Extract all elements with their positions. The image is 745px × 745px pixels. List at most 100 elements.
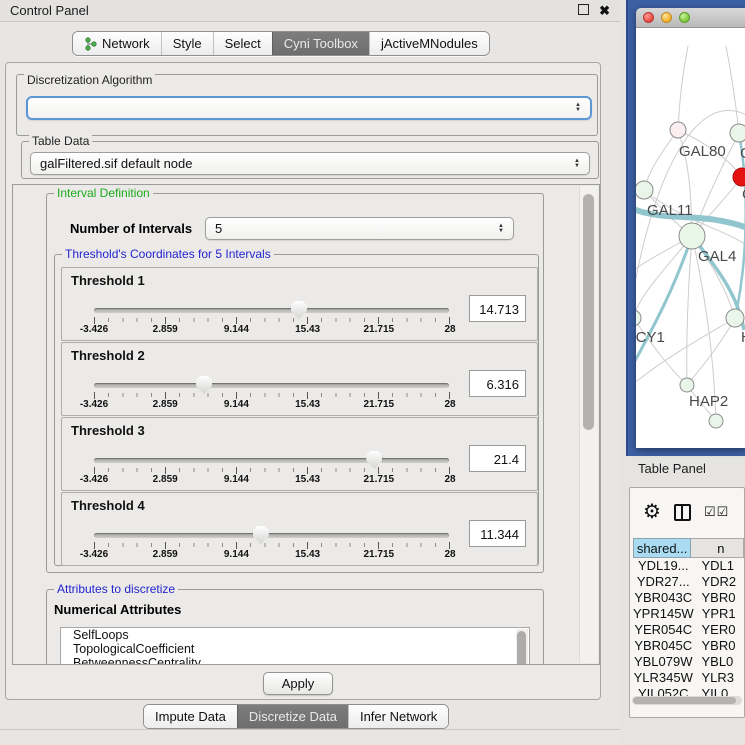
split-columns-icon[interactable]	[674, 504, 691, 521]
threshold-slider[interactable]	[94, 533, 449, 538]
cyni-toolbox-panel: Discretization Algorithm ▲ ▼ Table Data …	[5, 62, 601, 700]
network-window: GAL80 GA C GAL11 GAL4 GCY1 H HAP2	[636, 8, 745, 448]
node-h[interactable]	[726, 309, 744, 327]
table-row[interactable]: YER054C YER0	[633, 622, 744, 638]
network-window-titlebar[interactable]	[636, 8, 745, 28]
node-gcy1[interactable]	[636, 310, 641, 326]
close-icon[interactable]: ✖	[599, 6, 610, 16]
threshold-slider[interactable]	[94, 458, 449, 463]
tab-discretize-data[interactable]: Discretize Data	[237, 705, 348, 728]
tab-label: Impute Data	[155, 709, 226, 724]
group-title: Discretization Algorithm	[24, 73, 155, 87]
tab-select[interactable]: Select	[213, 32, 272, 55]
gear-icon[interactable]: ⚙	[643, 502, 661, 522]
tab-impute-data[interactable]: Impute Data	[144, 705, 237, 728]
table-horizontal-scrollbar[interactable]	[632, 696, 742, 705]
node-gal80[interactable]	[670, 122, 686, 138]
divider	[0, 729, 620, 730]
list-item[interactable]: TopologicalCoefficient	[61, 642, 529, 656]
node-bottom[interactable]	[709, 414, 723, 428]
node-hap2[interactable]	[680, 378, 694, 392]
threshold-value-field[interactable]: 21.4	[469, 445, 526, 472]
node-gal11[interactable]	[636, 181, 653, 199]
mac-zoom-icon[interactable]	[679, 12, 690, 23]
network-canvas[interactable]: GAL80 GA C GAL11 GAL4 GCY1 H HAP2	[636, 28, 745, 448]
table-row[interactable]: YBR043C YBR0	[633, 590, 744, 606]
tab-label: jActiveMNodules	[381, 36, 478, 51]
list-item[interactable]: BetweennessCentrality	[61, 656, 529, 665]
threshold-slider[interactable]	[94, 308, 449, 313]
threshold-row: Threshold 2 -3.426 2.859 9.144 15.43 21.…	[61, 342, 538, 416]
threshold-value-field[interactable]: 6.316	[469, 370, 526, 397]
num-intervals-combobox[interactable]: 5 ▲ ▼	[205, 217, 514, 240]
threshold-row: Threshold 1 -3.426 2.859 9.144 15.43 21.…	[61, 267, 538, 341]
group-title: Attributes to discretize	[54, 582, 178, 596]
list-item[interactable]: SelfLoops	[61, 628, 529, 642]
combobox-value: galFiltered.sif default node	[40, 156, 192, 171]
tab-jactivemnodules[interactable]: jActiveMNodules	[369, 32, 489, 55]
table-header-row: shared... n	[633, 538, 744, 558]
node-label: GCY1	[636, 329, 665, 346]
float-icon[interactable]	[578, 2, 589, 20]
tab-label: Discretize Data	[249, 709, 337, 724]
column-header-shared-name[interactable]: shared...	[633, 538, 691, 558]
slider-tick-labels: -3.426 2.859 9.144 15.43 21.715 28	[94, 399, 450, 411]
tab-infer-network[interactable]: Infer Network	[348, 705, 448, 728]
select-checkboxes-icon[interactable]: ☑☑	[704, 504, 729, 520]
column-header-name[interactable]: n	[691, 538, 744, 558]
table-data-combobox[interactable]: galFiltered.sif default node ▲ ▼	[30, 152, 590, 175]
node-label: GA	[740, 145, 745, 162]
table-row[interactable]: YDR27... YDR2	[633, 574, 744, 590]
tab-cyni-toolbox[interactable]: Cyni Toolbox	[272, 32, 369, 55]
node-gal4[interactable]	[679, 223, 705, 249]
slider-tick-labels: -3.426 2.859 9.144 15.43 21.715 28	[94, 474, 450, 486]
mac-minimize-icon[interactable]	[661, 12, 672, 23]
tab-label: Cyni Toolbox	[284, 36, 358, 51]
node-ga[interactable]	[730, 124, 745, 142]
attributes-list-title: Numerical Attributes	[54, 602, 181, 617]
threshold-row: Threshold 3 -3.426 2.859 9.144 15.43 21.…	[61, 417, 538, 491]
algorithm-combobox[interactable]: ▲ ▼	[26, 96, 592, 120]
network-view-frame: GAL80 GA C GAL11 GAL4 GCY1 H HAP2	[626, 0, 745, 456]
table-row[interactable]: YDL19... YDL1	[633, 558, 744, 574]
node-label: GAL11	[647, 202, 693, 219]
threshold-value-field[interactable]: 14.713	[469, 295, 526, 322]
panel-scrollbar[interactable]	[579, 186, 598, 663]
group-title: Interval Definition	[54, 186, 153, 200]
threshold-value-field[interactable]: 11.344	[469, 520, 526, 547]
threshold-label: Threshold 2	[71, 348, 145, 363]
mac-close-icon[interactable]	[643, 12, 654, 23]
apply-button[interactable]: Apply	[263, 672, 333, 695]
panel-title: Control Panel	[10, 3, 89, 18]
num-intervals-label: Number of Intervals	[70, 221, 192, 236]
node-label: H	[741, 329, 745, 346]
list-scrollbar[interactable]	[516, 629, 528, 665]
threshold-label: Threshold 1	[71, 273, 145, 288]
table-panel-title: Table Panel	[638, 461, 706, 476]
attributes-group: Attributes to discretize Numerical Attri…	[46, 589, 544, 665]
group-title: Threshold's Coordinates for 5 Intervals	[62, 247, 274, 261]
control-panel: Control Panel ✖ Network Style Select Cyn…	[0, 0, 620, 745]
control-panel-header: Control Panel ✖	[0, 0, 620, 22]
group-title: Table Data	[29, 134, 92, 148]
tab-label: Select	[225, 36, 261, 51]
threshold-row: Threshold 4 -3.426 2.859 9.144 15.43 21.…	[61, 492, 538, 566]
node-red-selected[interactable]	[733, 168, 745, 186]
table-row[interactable]: YLR345W YLR3	[633, 670, 744, 686]
tab-label: Network	[102, 36, 150, 51]
table-row[interactable]: YPR145W YPR1	[633, 606, 744, 622]
table-data-group: Table Data galFiltered.sif default node …	[21, 141, 599, 179]
node-label: GAL4	[698, 248, 736, 265]
table-row[interactable]: YBR045C YBR0	[633, 638, 744, 654]
node-table: shared... n YDL19... YDL1 YDR27... YDR2 …	[633, 538, 744, 717]
scrollbar-thumb[interactable]	[583, 194, 594, 430]
tab-network[interactable]: Network	[73, 32, 161, 55]
settings-scroll-area: Interval Definition Number of Intervals …	[12, 184, 600, 665]
threshold-slider[interactable]	[94, 383, 449, 388]
table-row[interactable]: YBL079W YBL0	[633, 654, 744, 670]
tab-style[interactable]: Style	[161, 32, 213, 55]
bottom-tab-bar: Impute Data Discretize Data Infer Networ…	[143, 704, 449, 729]
network-icon	[84, 37, 97, 51]
table-panel: ⚙ ☑☑ shared... n YDL19... YDL1 YDR27... …	[629, 487, 745, 718]
slider-tick-labels: -3.426 2.859 9.144 15.43 21.715 28	[94, 324, 450, 336]
